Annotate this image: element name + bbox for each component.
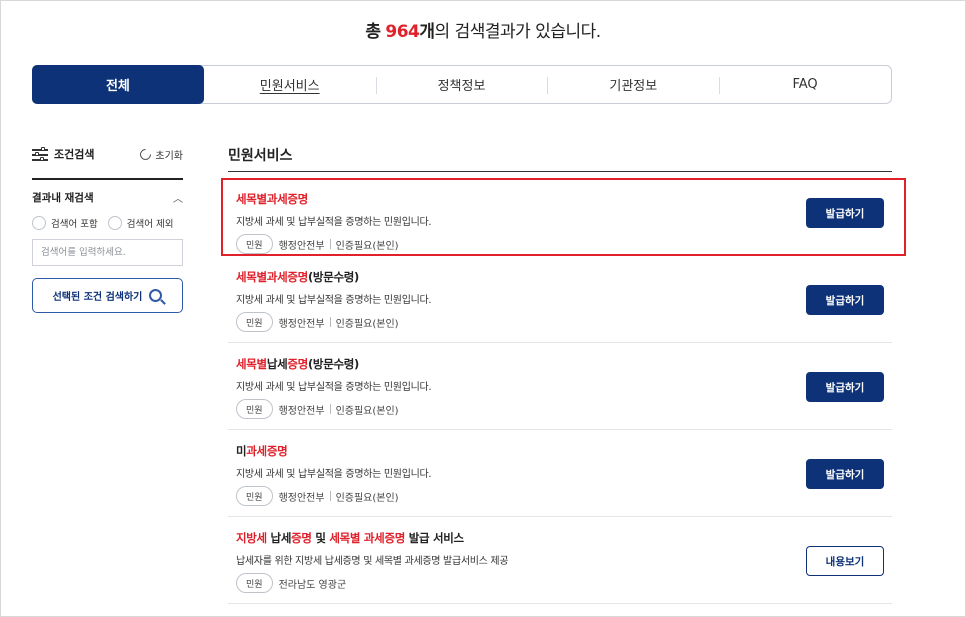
result-item: 세목별납세증명(방문수령) 지방세 과세 및 납부실적을 증명하는 민원입니다. 민… — [228, 343, 892, 430]
result-title[interactable]: 미과세증명 — [236, 443, 892, 459]
chevron-up-icon: ︿ — [173, 194, 183, 205]
filter-sliders-icon — [32, 147, 48, 161]
tab-agency-info[interactable]: 기관정보 — [547, 66, 719, 103]
issue-button[interactable]: 발급하기 — [806, 198, 884, 228]
result-item: 지방세 납세증명 및 세목별 과세증명 발급 서비스납세자를 위한 지방세 납세… — [228, 517, 892, 604]
result-meta: 민원 행정안전부 인증필요(본인) — [236, 486, 892, 506]
title-keyword-highlight: 증명 — [291, 531, 312, 545]
title-keyword-highlight: 세목별 — [236, 357, 267, 371]
tab-label: 정책정보 — [437, 79, 486, 94]
results-panel: 민원서비스 세목별과세증명 지방세 과세 및 납부실적을 증명하는 민원입니다. 민… — [221, 142, 906, 604]
result-description: 지방세 과세 및 납부실적을 증명하는 민원입니다. — [236, 469, 432, 480]
meta-divider — [329, 404, 331, 414]
tab-label: 기관정보 — [609, 79, 658, 94]
title-keyword-highlight: 세목별 과세증명 — [329, 531, 406, 545]
meta-divider — [329, 491, 331, 501]
apply-filter-search-button[interactable]: 선택된 조건 검색하기 — [32, 278, 183, 313]
refine-mode-radios: 검색어 포함 검색어 제외 — [32, 216, 183, 230]
result-meta: 민원 행정안전부 인증필요(본인) — [236, 399, 892, 419]
result-meta: 민원 행정안전부 인증필요(본인) — [236, 312, 892, 332]
title-keyword-highlight: 세목별과세증명 — [236, 270, 308, 284]
refine-search-input[interactable] — [32, 239, 183, 266]
filter-sidebar: 조건검색 초기화 결과내 재검색 ︿ 검색어 포함 검색어 제외 선택된 조건 … — [32, 142, 183, 313]
refine-search-toggle[interactable]: 결과내 재검색 ︿ — [32, 190, 183, 205]
tab-all[interactable]: 전체 — [32, 65, 204, 104]
auth-requirement: 인증필요(본인) — [335, 318, 399, 330]
reset-button[interactable]: 초기화 — [138, 146, 183, 162]
sidebar-header: 조건검색 초기화 — [32, 142, 183, 166]
result-list: 세목별과세증명 지방세 과세 및 납부실적을 증명하는 민원입니다. 민원 행정안전부… — [221, 178, 906, 604]
meta-divider — [329, 317, 331, 327]
tab-civil-service[interactable]: 민원서비스 — [204, 66, 376, 103]
category-badge: 민원 — [236, 234, 273, 254]
agency-name: 행정안전부 — [278, 318, 325, 330]
result-item: 세목별과세증명(방문수령) 지방세 과세 및 납부실적을 증명하는 민원입니다. 민… — [228, 256, 892, 343]
radio-circle-icon — [107, 216, 122, 230]
result-meta: 민원 행정안전부 인증필요(본인) — [236, 234, 906, 254]
title-text: 납세 — [266, 357, 288, 371]
tab-label: 민원서비스 — [259, 79, 320, 94]
category-badge: 민원 — [236, 312, 273, 332]
result-item: 미과세증명지방세 과세 및 납부실적을 증명하는 민원입니다. 민원 행정안전부 인증… — [228, 430, 892, 517]
search-icon — [149, 289, 163, 302]
result-summary: 총 964개의 검색결과가 있습니다. — [0, 17, 966, 42]
auth-requirement: 인증필요(본인) — [335, 405, 399, 417]
title-text: 미 — [236, 444, 247, 458]
radio-exclude[interactable]: 검색어 제외 — [107, 216, 174, 230]
category-badge: 민원 — [236, 573, 273, 593]
title-text: 납세 — [266, 531, 292, 545]
issue-button[interactable]: 발급하기 — [806, 285, 884, 315]
radio-include[interactable]: 검색어 포함 — [32, 216, 98, 230]
meta-divider — [329, 239, 331, 249]
category-badge: 민원 — [236, 486, 273, 506]
issue-button[interactable]: 발급하기 — [806, 459, 884, 489]
title-text: 발급 서비스 — [405, 531, 464, 545]
result-description: 납세자를 위한 지방세 납세증명 및 세목별 과세증명 발급서비스 제공 — [236, 556, 509, 567]
title-keyword-highlight: 증명 — [287, 357, 308, 371]
title-text: (방문수령) — [307, 357, 360, 371]
tab-faq[interactable]: FAQ — [719, 66, 891, 103]
title-text: (방문수령) — [307, 270, 360, 284]
refine-search-title: 결과내 재검색 — [32, 192, 94, 204]
agency-name: 행정안전부 — [278, 405, 325, 417]
tab-label: 전체 — [105, 79, 130, 94]
result-title[interactable]: 지방세 납세증명 및 세목별 과세증명 발급 서비스 — [236, 530, 892, 546]
title-keyword-highlight: 지방세 — [236, 531, 267, 545]
issue-button[interactable]: 발급하기 — [806, 372, 884, 402]
category-tabs: 전체 민원서비스 정책정보 기관정보 FAQ — [32, 65, 892, 104]
auth-requirement: 인증필요(본인) — [335, 240, 399, 252]
radio-exclude-label: 검색어 제외 — [126, 219, 174, 230]
result-title[interactable]: 세목별납세증명(방문수령) — [236, 356, 892, 372]
refresh-icon — [138, 146, 154, 162]
agency-name: 행정안전부 — [278, 492, 325, 504]
summary-suffix: 의 검색결과가 있습니다. — [434, 22, 602, 42]
result-meta: 민원 전라남도 영광군 — [236, 573, 892, 593]
title-keyword-highlight: 과세증명 — [246, 444, 288, 458]
reset-label: 초기화 — [155, 150, 183, 162]
radio-include-label: 검색어 포함 — [51, 219, 98, 230]
auth-requirement: 인증필요(본인) — [335, 492, 399, 504]
title-text: 및 — [311, 531, 330, 545]
summary-prefix: 총 — [365, 22, 381, 42]
summary-unit: 개 — [419, 22, 435, 42]
sidebar-divider — [32, 178, 183, 180]
apply-filter-label: 선택된 조건 검색하기 — [52, 292, 143, 303]
agency-name: 행정안전부 — [278, 240, 325, 252]
tab-label: FAQ — [792, 77, 818, 92]
tab-policy-info[interactable]: 정책정보 — [375, 66, 548, 103]
category-badge: 민원 — [236, 399, 273, 419]
result-title[interactable]: 세목별과세증명(방문수령) — [236, 269, 892, 285]
view-details-button[interactable]: 내용보기 — [806, 546, 884, 576]
agency-name: 전라남도 영광군 — [278, 579, 347, 591]
filter-title: 조건검색 — [32, 146, 94, 162]
section-title: 민원서비스 — [228, 142, 892, 172]
title-keyword-highlight: 세목별과세증명 — [236, 192, 308, 206]
result-item: 세목별과세증명 지방세 과세 및 납부실적을 증명하는 민원입니다. 민원 행정안전부… — [221, 178, 906, 256]
radio-circle-icon — [32, 216, 46, 230]
filter-title-label: 조건검색 — [54, 148, 95, 161]
result-description: 지방세 과세 및 납부실적을 증명하는 민원입니다. — [236, 295, 432, 306]
result-description: 지방세 과세 및 납부실적을 증명하는 민원입니다. — [236, 382, 432, 393]
result-count: 964 — [385, 22, 420, 42]
